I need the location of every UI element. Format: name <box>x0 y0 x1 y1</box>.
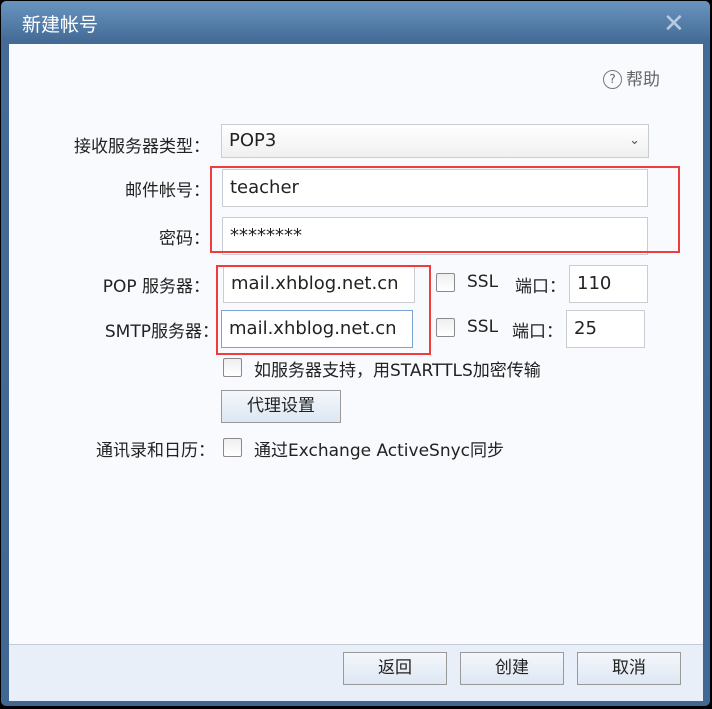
dialog-footer: 返回 创建 取消 <box>9 644 703 701</box>
password-label: 密码： <box>159 229 210 249</box>
smtp-ssl-checkbox[interactable] <box>436 318 455 337</box>
help-link[interactable]: ? 帮助 <box>603 65 660 90</box>
pop-port-input[interactable]: 110 <box>569 265 648 303</box>
highlight-box-servers <box>216 265 431 355</box>
sync-checkbox-label: 通过Exchange ActiveSnyc同步 <box>254 441 505 461</box>
server-type-label: 接收服务器类型： <box>74 137 210 157</box>
server-type-select[interactable]: POP3 ⌄ <box>221 124 649 158</box>
proxy-settings-button[interactable]: 代理设置 <box>221 390 341 423</box>
starttls-checkbox[interactable] <box>223 358 242 377</box>
smtp-server-label: SMTP服务器： <box>104 322 219 342</box>
sync-checkbox[interactable] <box>223 438 242 457</box>
account-label: 邮件帐号： <box>125 181 210 201</box>
smtp-port-label: 端口： <box>512 322 563 342</box>
smtp-ssl-label: SSL <box>467 317 499 337</box>
chevron-down-icon: ⌄ <box>629 133 640 148</box>
server-type-value: POP3 <box>229 130 277 151</box>
dialog-content: ? 帮助 接收服务器类型： POP3 ⌄ 邮件帐号： teacher 密码： ***… <box>9 44 703 701</box>
help-icon: ? <box>603 70 622 89</box>
dialog-title: 新建帐号 <box>22 14 99 36</box>
sync-label: 通讯录和日历： <box>96 441 215 461</box>
dialog-window: 新建帐号 ✕ ? 帮助 接收服务器类型： POP3 ⌄ 邮件帐号： teacher … <box>1 1 710 706</box>
pop-port-label: 端口： <box>515 277 566 297</box>
smtp-port-input[interactable]: 25 <box>566 310 645 348</box>
pop-server-label: POP 服务器： <box>102 277 210 297</box>
create-button[interactable]: 创建 <box>460 652 564 685</box>
pop-ssl-checkbox[interactable] <box>436 273 455 292</box>
highlight-box-account <box>210 166 680 253</box>
starttls-label: 如服务器支持，用STARTTLS加密传输 <box>254 361 541 381</box>
help-label: 帮助 <box>626 70 660 90</box>
close-icon[interactable]: ✕ <box>663 9 685 39</box>
pop-ssl-label: SSL <box>467 272 499 292</box>
back-button[interactable]: 返回 <box>343 652 447 685</box>
cancel-button[interactable]: 取消 <box>577 652 681 685</box>
